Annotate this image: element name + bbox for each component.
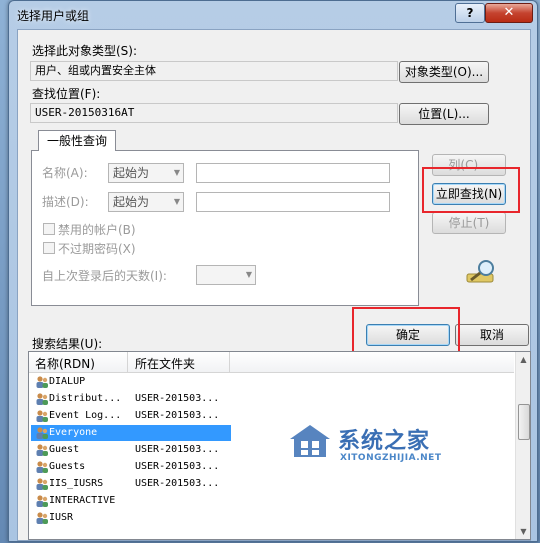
days-since-logon-combo[interactable]: ▼ bbox=[196, 265, 256, 285]
list-item[interactable]: IUSR bbox=[31, 510, 231, 526]
column-header-name[interactable]: 名称(RDN) bbox=[35, 355, 95, 372]
user-group-icon bbox=[36, 376, 48, 388]
object-type-field: 用户、组或内置安全主体 bbox=[30, 61, 398, 81]
user-group-icon bbox=[36, 512, 48, 524]
user-group-icon bbox=[36, 427, 48, 439]
results-scrollbar[interactable]: ▲ ▼ bbox=[515, 352, 530, 539]
list-item[interactable]: Guests USER-201503... bbox=[31, 459, 231, 475]
non-expiring-password-checkbox[interactable] bbox=[43, 242, 55, 254]
location-field: USER-20150316AT bbox=[30, 103, 398, 123]
house-logo-icon bbox=[290, 425, 330, 457]
user-group-icon bbox=[36, 410, 48, 422]
disabled-accounts-label: 禁用的帐户(B) bbox=[58, 223, 136, 237]
watermark-brand: 系统之家 bbox=[338, 429, 431, 454]
description-label: 描述(D): bbox=[42, 195, 89, 209]
chevron-down-icon: ▼ bbox=[173, 197, 180, 206]
non-expiring-password-label: 不过期密码(X) bbox=[58, 242, 136, 256]
watermark-logo: 系统之家 XITONGZHIJIA.NET bbox=[286, 415, 476, 475]
common-queries-panel: 名称(A): 起始为 ▼ 描述(D): 起始为 ▼ 禁用的帐户(B) 不过期密码(X… bbox=[31, 150, 419, 306]
name-mode-combo[interactable]: 起始为 ▼ bbox=[108, 163, 184, 183]
watermark-url: XITONGZHIJIA.NET bbox=[340, 453, 442, 463]
find-now-highlight bbox=[422, 167, 520, 213]
description-input[interactable] bbox=[196, 192, 390, 212]
result-folder: USER-201503... bbox=[135, 410, 220, 421]
name-label: 名称(A): bbox=[42, 166, 88, 180]
header-separator bbox=[229, 352, 230, 372]
name-input[interactable] bbox=[196, 163, 390, 183]
close-button[interactable]: ✕ bbox=[485, 3, 533, 23]
results-header: 名称(RDN) 所在文件夹 bbox=[29, 352, 514, 373]
user-group-icon bbox=[36, 393, 48, 405]
locations-button[interactable]: 位置(L)... bbox=[399, 103, 489, 125]
user-group-icon bbox=[36, 478, 48, 490]
result-folder: USER-201503... bbox=[135, 393, 220, 404]
title-bar[interactable]: 选择用户或组 ? ✕ bbox=[9, 1, 537, 27]
list-item[interactable]: Guest USER-201503... bbox=[31, 442, 231, 458]
list-item[interactable]: Distribut... USER-201503... bbox=[31, 391, 231, 407]
result-name: INTERACTIVE bbox=[49, 495, 116, 506]
result-name: Everyone bbox=[49, 427, 98, 438]
object-type-label: 选择此对象类型(S): bbox=[32, 44, 138, 58]
result-name: Event Log... bbox=[49, 410, 122, 421]
cancel-button[interactable]: 取消 bbox=[455, 324, 529, 346]
result-name: Distribut... bbox=[49, 393, 122, 404]
user-group-icon bbox=[36, 461, 48, 473]
location-label: 查找位置(F): bbox=[32, 87, 101, 101]
stop-button[interactable]: 停止(T) bbox=[432, 212, 506, 234]
column-header-folder[interactable]: 所在文件夹 bbox=[135, 355, 195, 372]
name-mode-value: 起始为 bbox=[113, 166, 150, 180]
description-mode-value: 起始为 bbox=[113, 195, 150, 209]
result-name: IUSR bbox=[49, 512, 74, 523]
list-item[interactable]: Everyone bbox=[31, 425, 231, 441]
days-since-logon-label: 自上次登录后的天数(I): bbox=[42, 269, 167, 283]
scrollbar-thumb[interactable] bbox=[518, 404, 530, 440]
disabled-accounts-checkbox[interactable] bbox=[43, 223, 55, 235]
user-group-icon bbox=[36, 495, 48, 507]
result-name: DIALUP bbox=[49, 376, 86, 387]
chevron-down-icon: ▼ bbox=[173, 168, 180, 177]
help-button[interactable]: ? bbox=[455, 3, 485, 23]
list-item[interactable]: INTERACTIVE bbox=[31, 493, 231, 509]
result-name: IIS_IUSRS bbox=[49, 478, 104, 489]
result-folder: USER-201503... bbox=[135, 478, 220, 489]
header-separator bbox=[127, 352, 128, 372]
dialog-title: 选择用户或组 bbox=[17, 9, 90, 23]
user-group-icon bbox=[36, 444, 48, 456]
description-mode-combo[interactable]: 起始为 ▼ bbox=[108, 192, 184, 212]
scroll-up-icon[interactable]: ▲ bbox=[516, 352, 530, 367]
list-item[interactable]: Event Log... USER-201503... bbox=[31, 408, 231, 424]
list-item[interactable]: DIALUP bbox=[31, 374, 231, 390]
result-name: Guests bbox=[49, 461, 86, 472]
search-icon bbox=[466, 260, 494, 283]
object-types-button[interactable]: 对象类型(O)... bbox=[399, 61, 489, 83]
scroll-down-icon[interactable]: ▼ bbox=[516, 524, 530, 539]
result-folder: USER-201503... bbox=[135, 444, 220, 455]
result-name: Guest bbox=[49, 444, 80, 455]
result-folder: USER-201503... bbox=[135, 461, 220, 472]
chevron-down-icon: ▼ bbox=[245, 270, 252, 279]
search-results-label: 搜索结果(U): bbox=[32, 337, 103, 351]
tab-common-queries[interactable]: 一般性查询 bbox=[38, 130, 116, 151]
list-item[interactable]: IIS_IUSRS USER-201503... bbox=[31, 476, 231, 492]
